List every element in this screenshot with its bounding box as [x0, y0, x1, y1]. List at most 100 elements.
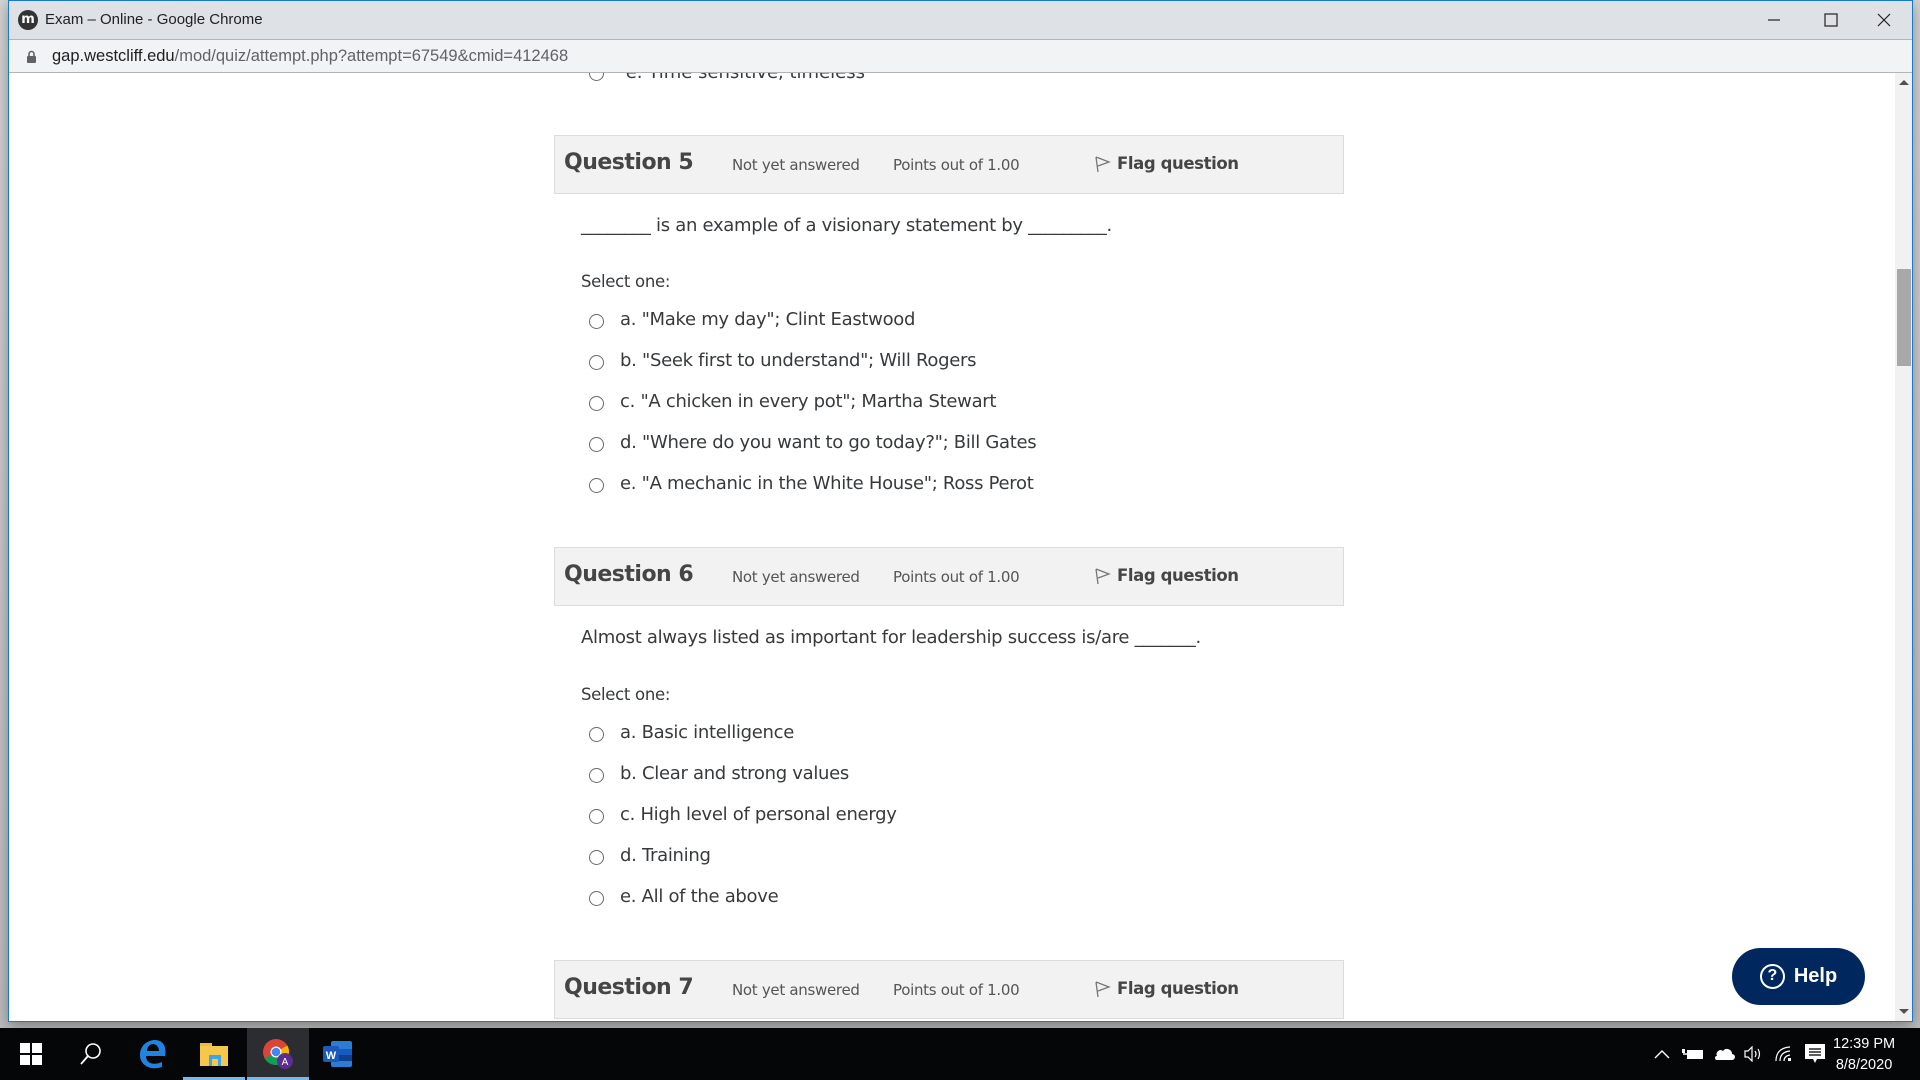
question-points: Points out of 1.00: [893, 568, 1020, 586]
radio-button[interactable]: [589, 437, 604, 452]
chrome-icon: A: [263, 1039, 293, 1069]
radio-button[interactable]: [589, 768, 604, 783]
question-5-options: a. "Make my day"; Clint Eastwood b. "See…: [581, 299, 1037, 504]
address-bar[interactable]: gap.westcliff.edu/mod/quiz/attempt.php?a…: [9, 39, 1912, 73]
radio-button[interactable]: [589, 355, 604, 370]
question-text: ________ is an example of a visionary st…: [581, 215, 1112, 236]
question-points: Points out of 1.00: [893, 156, 1020, 174]
moodle-logo-icon: m: [18, 10, 38, 30]
close-button[interactable]: [1855, 1, 1912, 39]
option-a[interactable]: a. "Make my day"; Clint Eastwood: [581, 299, 1036, 340]
scroll-up-arrow-icon[interactable]: [1899, 80, 1909, 85]
option-c[interactable]: c. "A chicken in every pot"; Martha Stew…: [581, 381, 1036, 422]
url-text[interactable]: gap.westcliff.edu/mod/quiz/attempt.php?a…: [52, 47, 568, 66]
url-domain: gap.westcliff.edu: [52, 47, 175, 65]
word-letter: W: [326, 1050, 337, 1062]
search-icon: [80, 1043, 101, 1065]
radio-button[interactable]: [589, 478, 604, 493]
radio-button[interactable]: [589, 396, 604, 411]
option-e[interactable]: e. All of the above: [581, 876, 897, 917]
option-c[interactable]: c. High level of personal energy: [581, 794, 897, 835]
vertical-scrollbar[interactable]: [1895, 73, 1912, 1021]
chevron-up-icon: [1654, 1050, 1670, 1059]
radio-button[interactable]: [589, 809, 604, 824]
word-icon: W: [323, 1041, 352, 1067]
select-one-prompt: Select one:: [581, 685, 671, 704]
option-label: c. "A chicken in every pot"; Martha Stew…: [620, 391, 997, 412]
taskbar-edge[interactable]: [122, 1028, 184, 1080]
wifi-icon: [1775, 1046, 1791, 1062]
question-6-options: a. Basic intelligence b. Clear and stron…: [581, 712, 897, 917]
close-icon: [1877, 13, 1890, 27]
scroll-down-arrow-icon[interactable]: [1899, 1009, 1909, 1014]
cutoff-previous-option[interactable]: e. Time sensitive, timeless: [581, 73, 865, 83]
flag-icon: [1095, 568, 1111, 585]
title-bar: m Exam – Online - Google Chrome: [9, 1, 1912, 39]
action-center-button[interactable]: [1801, 1028, 1829, 1080]
edge-icon: [140, 1040, 166, 1069]
flag-question-button[interactable]: Flag question: [1093, 978, 1239, 998]
lock-icon: [27, 50, 36, 63]
taskbar-file-explorer[interactable]: [183, 1028, 245, 1080]
page-content: e. Time sensitive, timeless Question 5 N…: [9, 73, 1912, 1021]
radio-button[interactable]: [589, 727, 604, 742]
option-label: e. Time sensitive, timeless: [626, 73, 865, 83]
flag-question-label: Flag question: [1117, 978, 1239, 998]
speaker-volume-icon: [1744, 1046, 1761, 1062]
option-d[interactable]: d. "Where do you want to go today?"; Bil…: [581, 422, 1037, 463]
radio-button[interactable]: [589, 73, 604, 81]
help-question-icon: ?: [1759, 964, 1785, 989]
chrome-window: m Exam – Online - Google Chrome gap.west…: [8, 0, 1913, 1022]
radio-button[interactable]: [589, 850, 604, 865]
option-b[interactable]: b. "Seek first to understand"; Will Roge…: [581, 340, 1036, 381]
help-button[interactable]: ? Help: [1732, 948, 1865, 1005]
option-label: a. "Make my day"; Clint Eastwood: [620, 309, 916, 330]
clock-time: 12:39 PM: [1833, 1036, 1896, 1052]
taskbar-chrome[interactable]: A: [247, 1028, 309, 1080]
file-explorer-icon: [200, 1043, 228, 1066]
onedrive-status[interactable]: [1710, 1028, 1738, 1080]
clock-date: 8/8/2020: [1835, 1057, 1893, 1073]
question-title: Question 6: [564, 562, 694, 587]
option-b[interactable]: b. Clear and strong values: [581, 753, 897, 794]
option-label: b. Clear and strong values: [620, 763, 850, 784]
question-status: Not yet answered: [732, 568, 860, 586]
minimize-button[interactable]: [1745, 1, 1802, 39]
flag-icon: [1095, 981, 1111, 998]
option-a[interactable]: a. Basic intelligence: [581, 712, 897, 753]
select-one-prompt: Select one:: [581, 272, 671, 291]
help-label: Help: [1793, 965, 1838, 987]
question-text: Almost always listed as important for le…: [581, 627, 1201, 648]
url-path: /mod/quiz/attempt.php?attempt=67549&cmid…: [174, 47, 569, 65]
option-d[interactable]: d. Training: [581, 835, 897, 876]
option-label: c. High level of personal energy: [620, 804, 897, 825]
onedrive-cloud-icon: [1715, 1049, 1735, 1060]
flag-icon: [1095, 156, 1111, 173]
volume-control[interactable]: [1742, 1028, 1768, 1080]
windows-taskbar: A W 12:39 PM 8/8/2020: [0, 1028, 1920, 1080]
network-status[interactable]: [1772, 1028, 1798, 1080]
radio-button[interactable]: [589, 314, 604, 329]
show-hidden-icons-button[interactable]: [1650, 1028, 1674, 1080]
notification-icon: [1805, 1044, 1825, 1063]
maximize-icon: [1823, 13, 1838, 27]
flag-question-button[interactable]: Flag question: [1093, 565, 1239, 585]
taskbar-clock[interactable]: 12:39 PM 8/8/2020: [1833, 1034, 1895, 1076]
battery-status[interactable]: [1680, 1028, 1706, 1080]
question-7-header: Question 7 Not yet answered Points out o…: [554, 960, 1344, 1019]
option-e[interactable]: e. "A mechanic in the White House"; Ross…: [581, 463, 1036, 504]
question-status: Not yet answered: [732, 156, 860, 174]
start-button[interactable]: [0, 1028, 62, 1080]
taskbar-search-button[interactable]: [60, 1028, 122, 1080]
battery-charging-icon: [1682, 1049, 1703, 1059]
flag-question-label: Flag question: [1117, 565, 1239, 585]
question-title: Question 5: [564, 150, 694, 175]
taskbar-word[interactable]: W: [307, 1028, 369, 1080]
option-label: d. "Where do you want to go today?"; Bil…: [620, 432, 1037, 453]
chrome-profile-badge: A: [282, 1057, 289, 1068]
maximize-button[interactable]: [1802, 1, 1859, 39]
radio-button[interactable]: [589, 891, 604, 906]
flag-question-button[interactable]: Flag question: [1093, 153, 1239, 173]
question-status: Not yet answered: [732, 981, 860, 999]
scroll-thumb[interactable]: [1897, 269, 1911, 366]
